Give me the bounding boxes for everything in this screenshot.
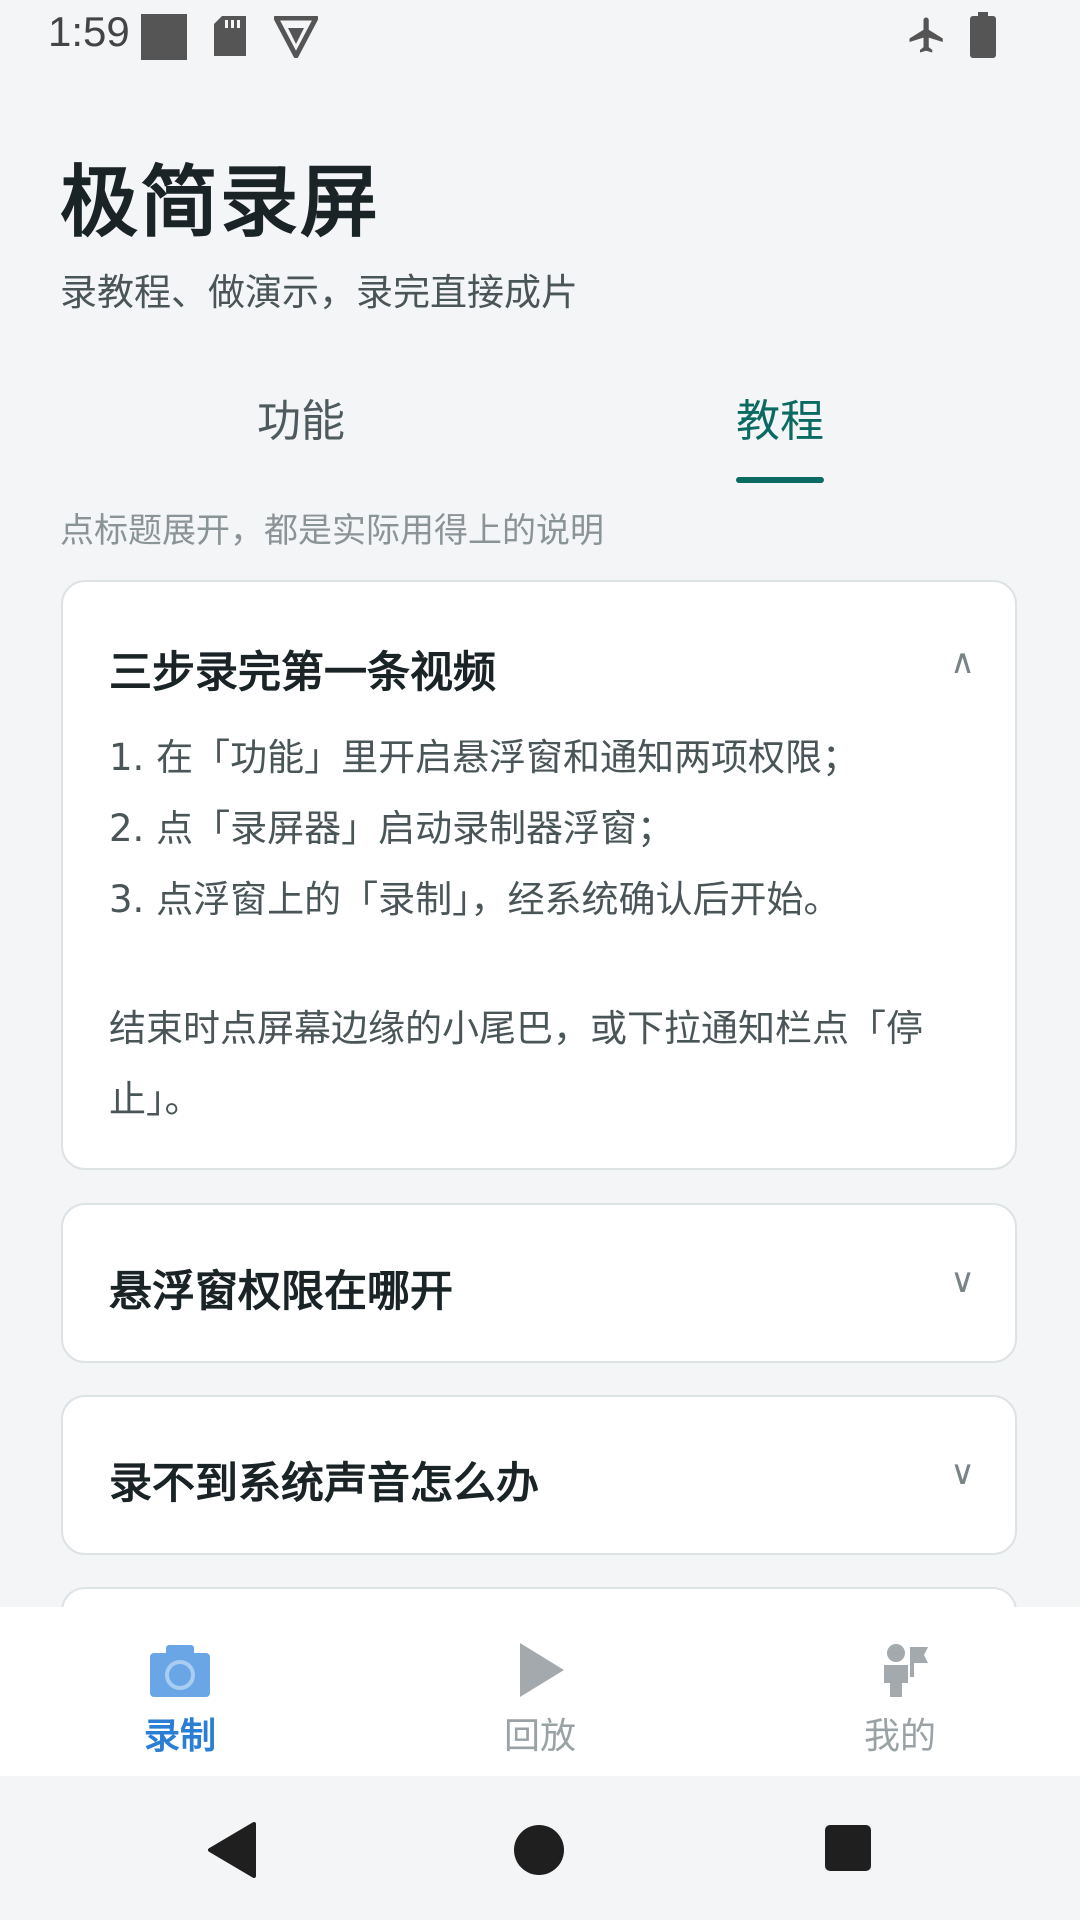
chevron-up-icon[interactable]: ∧ <box>950 642 975 682</box>
tab-features[interactable]: 功能 <box>201 385 401 449</box>
sd-card-icon <box>214 16 246 56</box>
faq-footer-note: 结束时点屏幕边缘的小尾巴，或下拉通知栏点「停止」。 <box>109 1007 923 1121</box>
tab-indicator <box>736 477 824 483</box>
status-bar: 1:59 <box>0 0 1080 76</box>
home-icon[interactable] <box>513 1824 565 1876</box>
app-subtitle: 录教程、做演示，录完直接成片 <box>60 271 578 314</box>
chevron-down-icon[interactable]: ∨ <box>950 1453 975 1493</box>
faq-step: 1. 在「功能」里开启悬浮窗和通知两项权限； <box>109 736 860 779</box>
nav-record-label: 录制 <box>143 1716 216 1757</box>
play-icon <box>520 1643 564 1697</box>
back-icon[interactable] <box>206 1822 256 1878</box>
square-icon <box>141 14 187 60</box>
screen: 1:59 极简录屏 录教程、做演示，录完直接成片 功能 教程 点标题展开，都是实… <box>0 0 1080 1920</box>
recents-icon[interactable] <box>825 1825 871 1871</box>
faq-title[interactable]: 悬浮窗权限在哪开 <box>109 1257 453 1319</box>
tab-tutorial[interactable]: 教程 <box>680 385 880 449</box>
faq-title[interactable]: 录不到系统声音怎么办 <box>109 1449 539 1511</box>
airplane-icon <box>909 17 943 53</box>
battery-icon <box>970 12 996 58</box>
system-nav-bar <box>0 1776 1080 1920</box>
faq-body: 1. 在「功能」里开启悬浮窗和通知两项权限； 2. 点「录屏器」启动录制器浮窗；… <box>109 722 989 1135</box>
nav-playback-label: 回放 <box>503 1716 576 1757</box>
hint-text: 点标题展开，都是实际用得上的说明 <box>60 511 604 551</box>
person-icon <box>884 1644 928 1697</box>
faq-card-float-permission[interactable]: 悬浮窗权限在哪开 ∨ <box>61 1203 1017 1363</box>
faq-card-system-audio[interactable]: 录不到系统声音怎么办 ∨ <box>61 1395 1017 1555</box>
faq-step: 3. 点浮窗上的「录制」，经系统确认后开始。 <box>109 878 841 921</box>
camera-icon <box>150 1645 210 1697</box>
nav-mine-label: 我的 <box>863 1716 936 1757</box>
faq-step: 2. 点「录屏器」启动录制器浮窗； <box>109 807 675 850</box>
status-time: 1:59 <box>48 8 130 55</box>
nav-mine[interactable]: 我的 <box>800 1607 1000 1776</box>
nav-playback[interactable]: 回放 <box>440 1607 640 1776</box>
nav-record[interactable]: 录制 <box>80 1607 280 1776</box>
bottom-nav: 录制 回放 我的 <box>0 1607 1080 1776</box>
chevron-down-icon[interactable]: ∨ <box>950 1261 975 1301</box>
faq-title[interactable]: 三步录完第一条视频 <box>109 638 496 700</box>
faq-card-first-video: 三步录完第一条视频 ∧ 1. 在「功能」里开启悬浮窗和通知两项权限； 2. 点「… <box>61 580 1017 1170</box>
app-title: 极简录屏 <box>60 158 381 248</box>
vpn-icon <box>274 16 318 58</box>
